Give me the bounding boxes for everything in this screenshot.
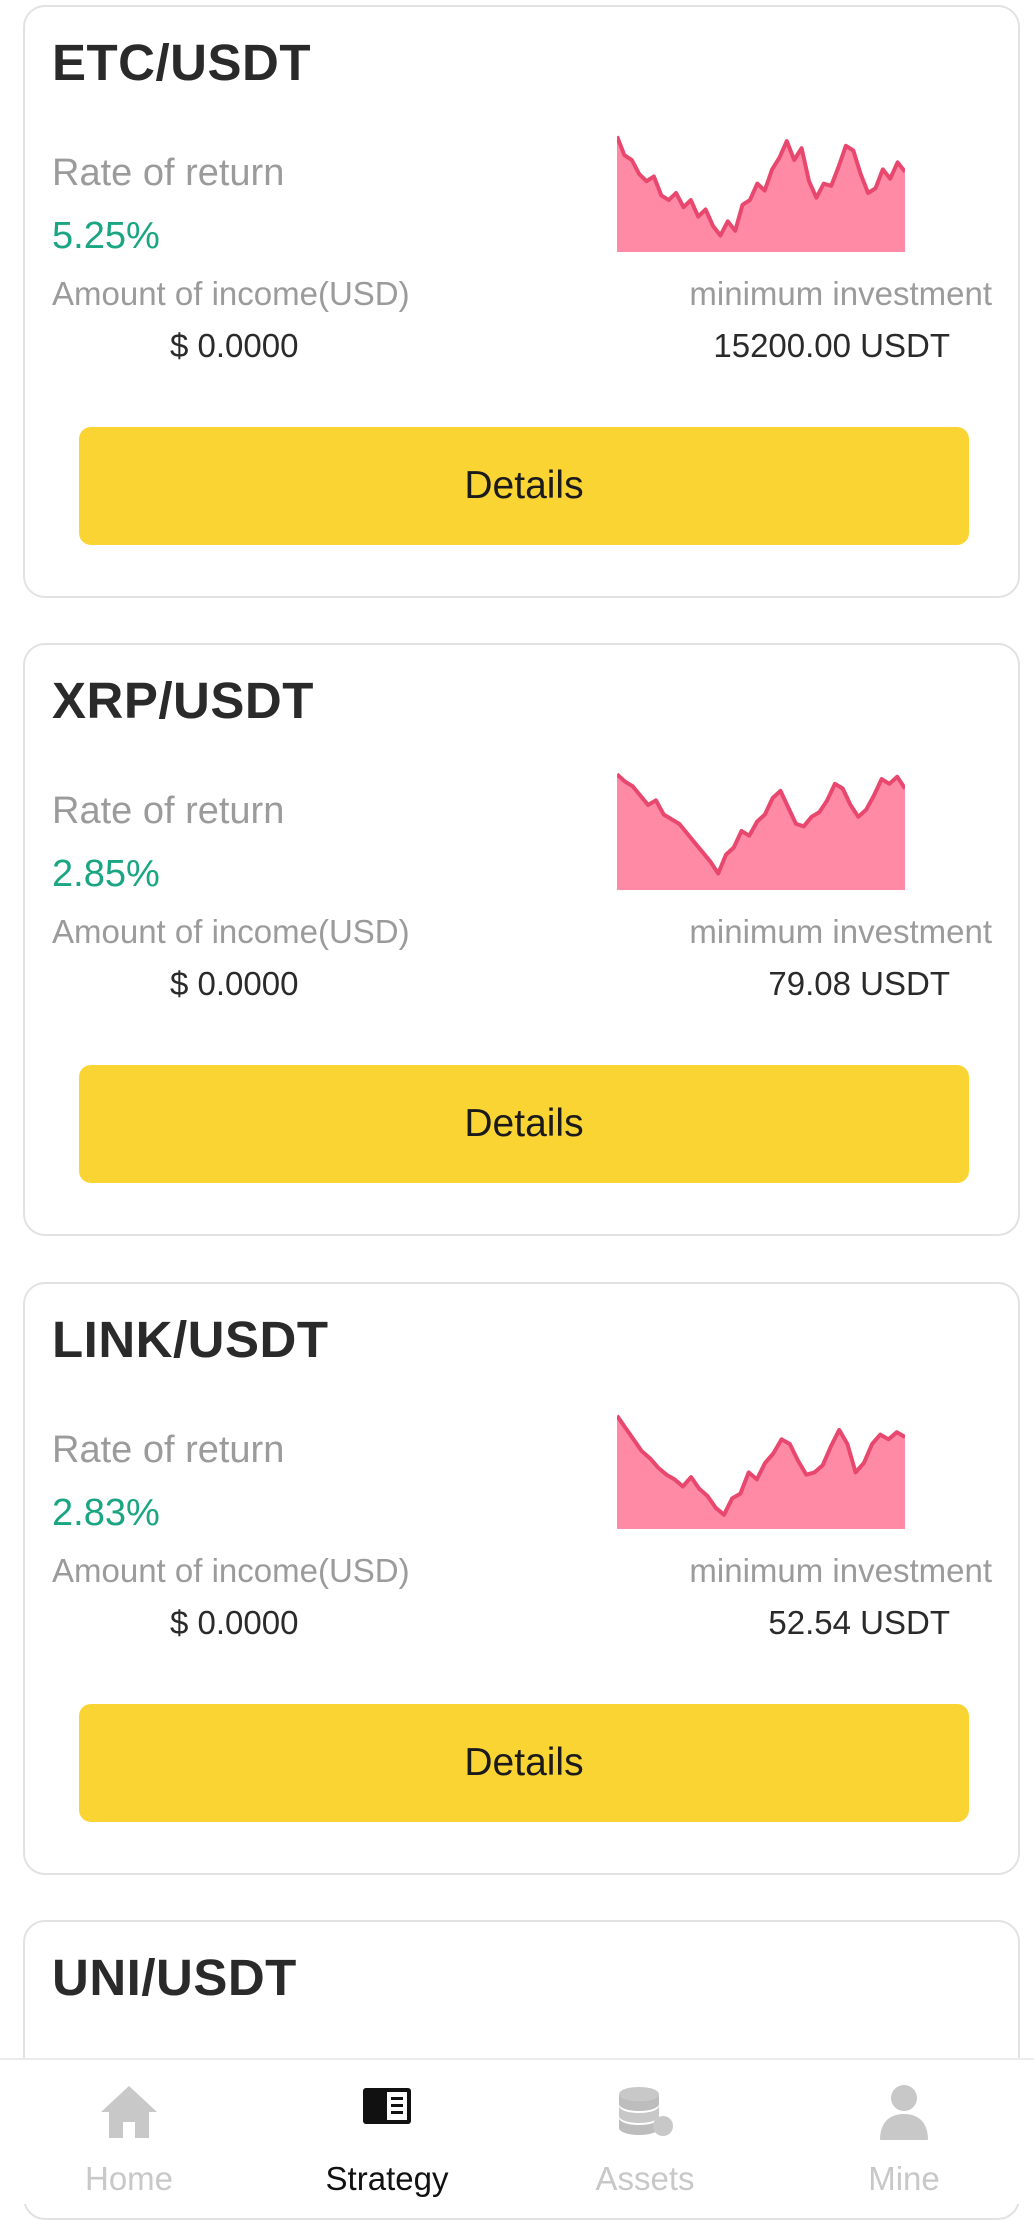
pair-title: LINK/USDT [52,1311,329,1368]
tab-label: Mine [868,2160,940,2197]
pair-title: UNI/USDT [52,1949,297,2006]
income-amount-value: $ 0.0000 [170,1604,299,1641]
income-amount-label: Amount of income(USD) [52,275,410,312]
tab-label: Assets [595,2160,695,2197]
tab-home[interactable]: Home [0,2060,258,2206]
minimum-investment-label: minimum investment [689,913,992,950]
tab-mine[interactable]: Mine [774,2060,1034,2206]
price-sparkline [617,772,905,890]
rate-of-return-label: Rate of return [52,1429,285,1471]
minimum-investment-value: 15200.00 USDT [713,327,950,364]
income-amount-value: $ 0.0000 [170,965,299,1002]
minimum-investment-value: 79.08 USDT [768,965,950,1002]
minimum-investment-value: 52.54 USDT [768,1604,950,1641]
sparkline-area [617,774,905,890]
minimum-investment-label: minimum investment [689,275,992,312]
tab-assets[interactable]: Assets [516,2060,774,2206]
mine-icon [872,2080,936,2149]
minimum-investment-label: minimum investment [689,1552,992,1589]
home-icon [97,2080,161,2149]
price-sparkline [617,135,905,252]
strategy-card: LINK/USDT Rate of return 2.83% Amount of… [23,1282,1020,1875]
details-button[interactable]: Details [79,1704,969,1822]
income-amount-label: Amount of income(USD) [52,913,410,950]
income-amount-value: $ 0.0000 [170,327,299,364]
price-sparkline [617,1414,905,1529]
strategy-card: ETC/USDT Rate of return 5.25% Amount of … [23,5,1020,598]
rate-of-return-label: Rate of return [52,152,285,194]
assets-icon [613,2080,677,2149]
tab-strategy[interactable]: Strategy [258,2060,516,2206]
tab-label: Strategy [325,2160,449,2197]
rate-of-return-value: 2.83% [52,1492,160,1534]
details-button[interactable]: Details [79,1065,969,1183]
rate-of-return-value: 5.25% [52,215,160,257]
strategy-icon [361,2084,413,2133]
income-amount-label: Amount of income(USD) [52,1552,410,1589]
details-button[interactable]: Details [79,427,969,545]
pair-title: ETC/USDT [52,34,311,91]
strategy-card: XRP/USDT Rate of return 2.85% Amount of … [23,643,1020,1236]
rate-of-return-label: Rate of return [52,790,285,832]
tab-label: Home [84,2160,174,2197]
pair-title: XRP/USDT [52,672,314,729]
bottom-tab-bar: Home Strategy Assets Mine [0,2058,1034,2204]
rate-of-return-value: 2.85% [52,853,160,895]
